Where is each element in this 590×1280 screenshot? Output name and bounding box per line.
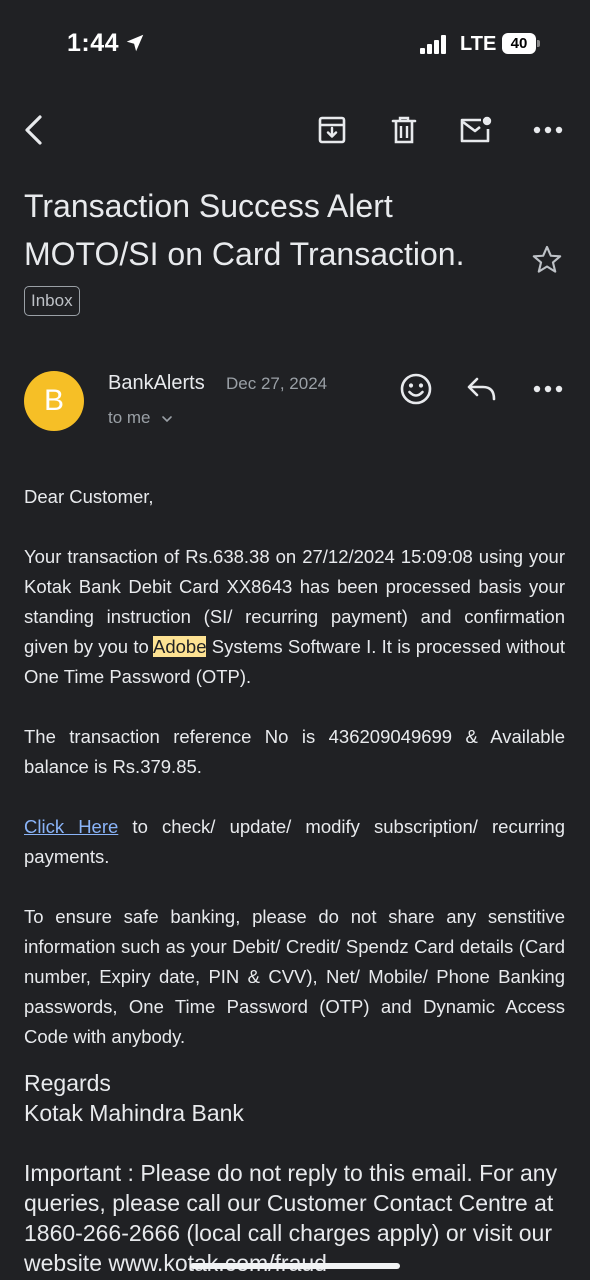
reply-icon (467, 377, 496, 401)
bank-name: Kotak Mahindra Bank (24, 1100, 244, 1126)
email-date: Dec 27, 2024 (226, 374, 328, 393)
signature: Regards Kotak Mahindra Bank (24, 1068, 565, 1128)
highlighted-merchant: Adobe (152, 636, 207, 657)
cell-signal-icon (420, 34, 448, 54)
status-time: 1:44 (67, 29, 120, 57)
delete-button[interactable] (380, 104, 428, 156)
react-button[interactable] (393, 366, 439, 412)
mark-unread-button[interactable] (452, 104, 500, 156)
home-indicator[interactable] (190, 1263, 400, 1269)
back-button[interactable] (10, 104, 58, 156)
recipient-details-toggle[interactable]: to me (108, 408, 173, 428)
emoji-icon (400, 373, 432, 405)
subject-line-1: Transaction Success Alert (24, 188, 393, 224)
subject-line-2: MOTO/SI on Card Transaction. (24, 236, 465, 272)
click-here-link[interactable]: Click Here (24, 816, 118, 837)
reference-paragraph: The transaction reference No is 43620904… (24, 726, 565, 777)
archive-button[interactable] (308, 104, 356, 156)
recipient-label: to me (108, 408, 151, 427)
email-body: Dear Customer, Your transaction of Rs.63… (24, 482, 565, 1278)
status-bar: 1:44 LTE 40 (0, 0, 590, 88)
network-type: LTE (460, 33, 497, 55)
trash-icon (391, 116, 417, 144)
avatar[interactable]: B (24, 371, 84, 431)
sender-name[interactable]: BankAlerts (108, 372, 205, 395)
greeting: Dear Customer, (24, 486, 154, 507)
message-more-button[interactable] (525, 366, 571, 412)
star-button[interactable] (530, 243, 564, 277)
chevron-down-icon (162, 415, 173, 422)
back-arrow-icon (25, 115, 42, 145)
inbox-label-chip[interactable]: Inbox (24, 286, 80, 316)
transaction-paragraph: Your transaction of Rs.638.38 on 27/12/2… (24, 542, 565, 692)
email-toolbar (0, 104, 590, 160)
mark-unread-icon (460, 116, 492, 143)
more-icon (533, 126, 563, 134)
battery-icon: 40 (502, 33, 540, 54)
important-notice: Important : Please do not reply to this … (24, 1160, 558, 1276)
battery-level: 40 (510, 35, 528, 52)
more-icon (533, 385, 563, 393)
location-arrow-icon (126, 34, 144, 52)
regards-text: Regards (24, 1070, 111, 1096)
reply-button[interactable] (459, 366, 505, 412)
safety-paragraph: To ensure safe banking, please do not sh… (24, 906, 565, 1047)
more-options-button[interactable] (524, 104, 572, 156)
archive-icon (318, 116, 346, 144)
star-icon (532, 245, 562, 273)
email-subject: Transaction Success Alert MOTO/SI on Car… (24, 182, 514, 278)
subscription-paragraph: Click Here to check/ update/ modify subs… (24, 812, 565, 872)
